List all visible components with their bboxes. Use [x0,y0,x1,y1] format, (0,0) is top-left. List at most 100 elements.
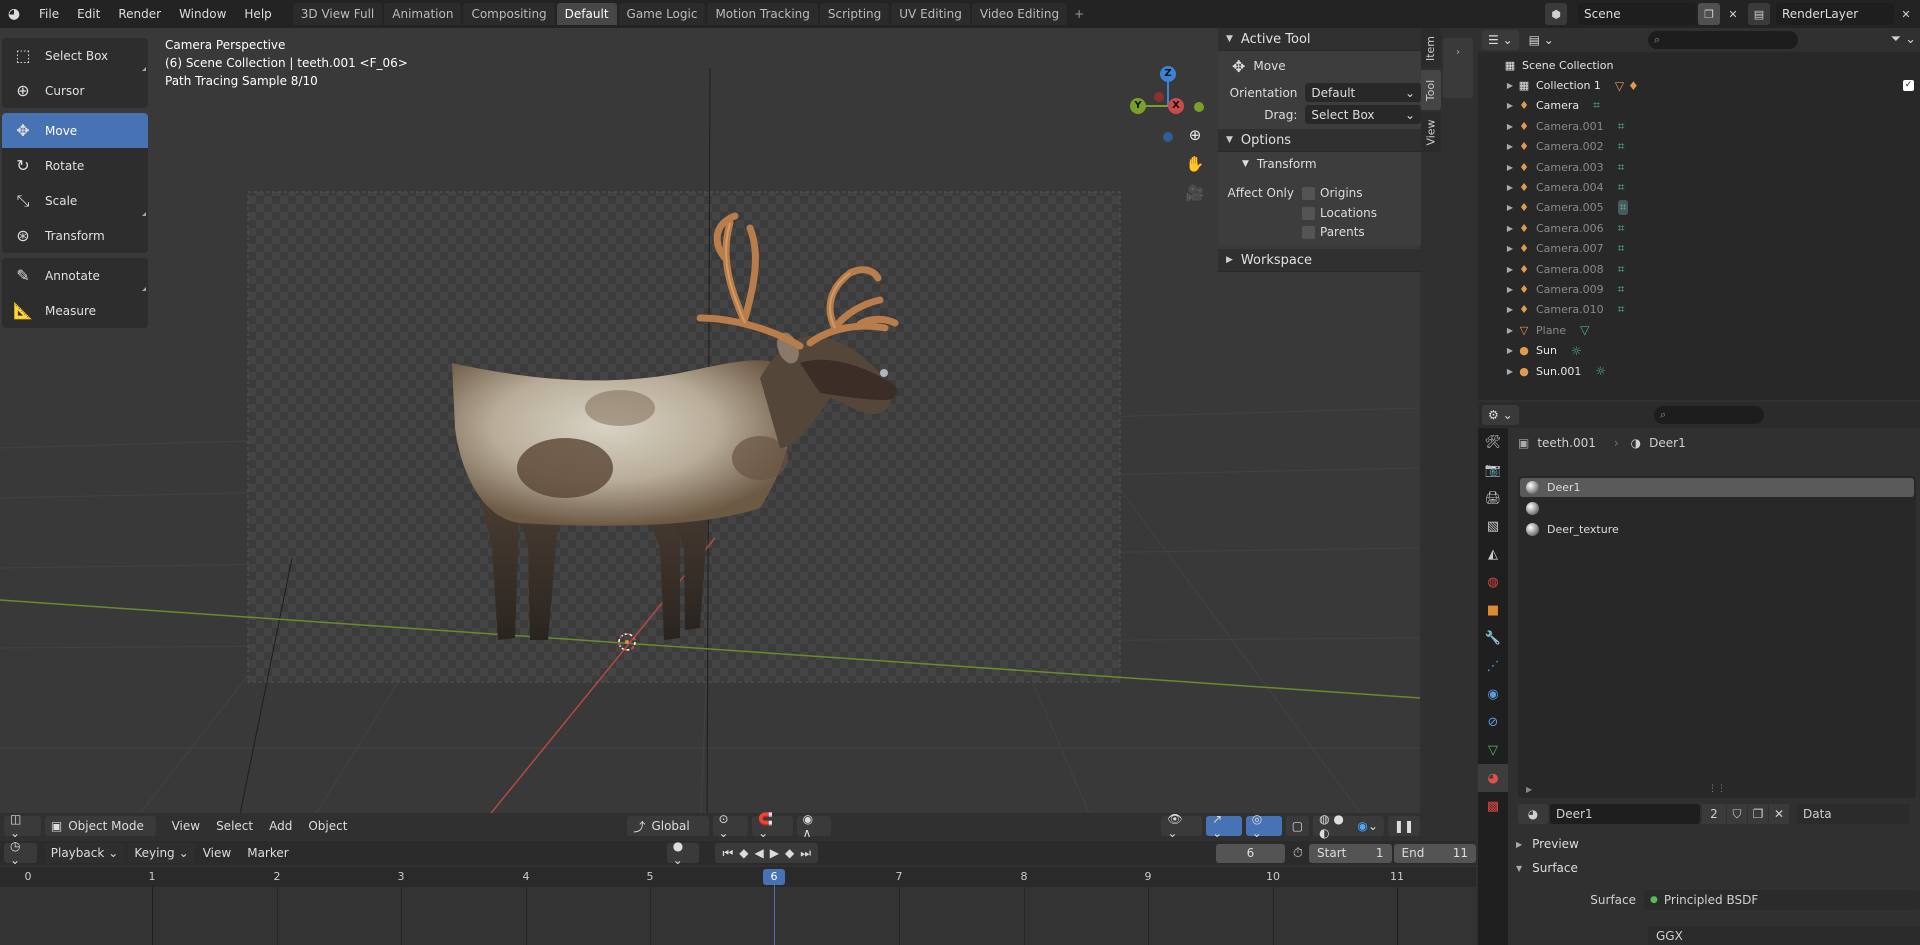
remove-layer-icon[interactable]: ✕ [1895,3,1917,25]
menu-view[interactable]: View [164,819,208,833]
filter-icon[interactable]: ⏷ ⌄ [1891,32,1916,47]
tab-tool[interactable]: Tool [1421,70,1441,110]
tab-game-logic[interactable]: Game Logic [618,3,706,25]
snap-icon[interactable]: 🧲 ⌄ [752,812,793,840]
origins-checkbox[interactable]: Origins [1302,186,1363,200]
expand-triangle-icon[interactable]: ▶ [1526,785,1532,794]
drag-dropdown[interactable]: Select Box ⌄ [1305,105,1421,124]
menu-window[interactable]: Window [170,0,235,28]
scene-properties-icon[interactable]: ◭ [1478,540,1508,568]
distribution-dropdown[interactable]: GGX [1648,926,1920,945]
tool-move[interactable]: ✥ Move [2,113,148,148]
menu-view[interactable]: View [195,846,239,860]
surface-shader-dropdown[interactable]: ● Principled BSDF [1644,890,1920,910]
material-properties-icon[interactable]: ◕ [1478,764,1508,792]
tab-item[interactable]: Item [1421,28,1441,68]
playhead-marker[interactable]: 6 [763,869,785,885]
timeline-ruler[interactable]: 0 1 2 3 4 5 7 8 9 10 11 [0,867,1476,887]
texture-properties-icon[interactable]: ▩ [1478,792,1508,820]
gizmo-toggle-icon[interactable]: ↗ ⌄ [1206,812,1242,840]
output-properties-icon[interactable]: 🖨 [1478,484,1508,512]
menu-object[interactable]: Object [300,819,355,833]
collection-visibility-checkbox[interactable]: ✓ [1903,80,1914,92]
pivot-point-icon[interactable]: ⊙ ⌄ [712,812,749,840]
resize-grip-icon[interactable]: ⋮⋮ [1708,784,1726,794]
tab-video-editing[interactable]: Video Editing [971,3,1068,25]
view-layer-icon[interactable]: ▤ [1748,3,1770,25]
new-scene-icon[interactable]: ❐ [1698,3,1720,25]
material-slot-deer1[interactable]: Deer1 [1520,478,1914,497]
material-name-field[interactable]: Deer1 [1550,804,1700,824]
keying-dropdown[interactable]: Keying ⌄ [128,843,195,863]
tab-3d-view-full[interactable]: 3D View Full [292,3,383,25]
auto-keying-icon[interactable]: ● ⌄ [666,839,700,867]
gizmo-neg-x-icon[interactable] [1154,92,1164,102]
play-icon[interactable]: ▶ [770,846,779,860]
gizmo-neg-y-icon[interactable] [1194,102,1204,112]
tree-row-plane[interactable]: ▶ ▽ Plane ▽ [1478,320,1920,340]
editor-type-icon[interactable]: ⚙ ⌄ [1482,405,1519,425]
menu-add[interactable]: Add [261,819,300,833]
tool-settings-icon[interactable]: 🛠 [1478,428,1508,456]
prev-keyframe-icon[interactable]: ◆ [739,846,748,860]
end-frame-field[interactable]: End 11 [1393,843,1477,863]
display-mode-icon[interactable]: ▤ ⌄ [1522,30,1560,50]
tree-row-camera-009[interactable]: ▶ ♦ Camera.009 ⌗ [1478,279,1920,299]
constraints-properties-icon[interactable]: ⊘ [1478,708,1508,736]
tree-row-camera-005[interactable]: ▶ ♦ Camera.005 ⌗ [1478,198,1920,218]
mode-dropdown[interactable]: ▣ Object Mode [44,816,156,836]
options-header[interactable]: ▼ Options [1218,129,1421,152]
particles-properties-icon[interactable]: ⋰ [1478,652,1508,680]
blender-logo-icon[interactable]: ◕ [2,2,26,26]
pan-hand-icon[interactable]: ✋ [1183,152,1207,176]
editor-type-icon[interactable]: ◷ ⌄ [4,839,37,867]
pause-render-icon[interactable]: ❚❚ [1387,816,1420,836]
users-count[interactable]: 2 [1702,804,1726,824]
collapse-arrow-icon[interactable]: › [1443,38,1473,98]
jump-end-icon[interactable]: ⏭ [800,846,811,861]
outliner-search-input[interactable]: ⌕ [1648,31,1798,49]
zoom-icon[interactable]: ⊕ [1183,123,1207,147]
playback-dropdown[interactable]: Playback ⌄ [44,843,125,863]
menu-help[interactable]: Help [235,0,280,28]
3d-viewport[interactable]: Camera Perspective (6) Scene Collection … [0,28,1420,839]
properties-search-input[interactable]: ⌕ [1654,406,1764,424]
stopwatch-icon[interactable]: ⏱ [1293,846,1303,861]
material-slot-deer-texture[interactable]: Deer_texture [1520,520,1914,539]
parents-checkbox[interactable]: Parents [1302,225,1365,239]
transform-subheader[interactable]: ▼ Transform [1218,152,1421,175]
tree-row-camera-008[interactable]: ▶ ♦ Camera.008 ⌗ [1478,259,1920,279]
tool-annotate[interactable]: ✎ Annotate [2,258,148,293]
tree-row-scene-collection[interactable]: ▦ Scene Collection [1478,55,1920,75]
gizmo-z-icon[interactable]: Z [1160,66,1176,82]
workspace-header[interactable]: ▶ Workspace [1218,249,1421,272]
surface-panel-header[interactable]: ▼ Surface [1508,856,1578,880]
duplicate-icon[interactable]: ❐ [1748,804,1768,824]
gizmo-y-icon[interactable]: Y [1130,98,1146,114]
tree-row-sun-001[interactable]: ▶ ● Sun.001 ☼ [1478,361,1920,381]
orientation-dropdown[interactable]: Default ⌄ [1305,83,1421,102]
tool-scale[interactable]: ⤡ Scale [2,183,148,218]
tree-row-camera-006[interactable]: ▶ ♦ Camera.006 ⌗ [1478,218,1920,238]
view-layer-icon[interactable]: ▧ [1478,512,1508,540]
physics-properties-icon[interactable]: ◉ [1478,680,1508,708]
tree-row-camera-010[interactable]: ▶ ♦ Camera.010 ⌗ [1478,300,1920,320]
tool-select-box[interactable]: ⬚ Select Box [2,38,148,73]
scene-selector-icon[interactable]: ⬢ [1545,3,1567,25]
scene-name-field[interactable]: Scene [1578,3,1696,25]
unlink-icon[interactable]: ✕ [1769,804,1789,824]
render-layer-field[interactable]: RenderLayer [1776,3,1894,25]
modifier-properties-icon[interactable]: 🔧 [1478,624,1508,652]
tree-row-sun[interactable]: ▶ ● Sun ☼ [1478,340,1920,360]
gizmo-neg-z-icon[interactable] [1163,132,1173,142]
tool-rotate[interactable]: ↻ Rotate [2,148,148,183]
tab-animation[interactable]: Animation [384,3,462,25]
active-tool-header[interactable]: ▼ Active Tool [1218,28,1421,51]
tab-scripting[interactable]: Scripting [819,3,890,25]
next-keyframe-icon[interactable]: ◆ [785,846,794,860]
shading-modes-icon[interactable]: ◍ ● ◐ ◉ ⌄ [1313,812,1384,840]
tab-compositing[interactable]: Compositing [463,3,555,25]
transform-orientation-dropdown[interactable]: ⤴ Global [627,816,709,836]
overlay-toggle-icon[interactable]: ◎ ⌄ [1245,812,1282,840]
tree-row-camera[interactable]: ▶ ♦ Camera ⌗ [1478,96,1920,116]
